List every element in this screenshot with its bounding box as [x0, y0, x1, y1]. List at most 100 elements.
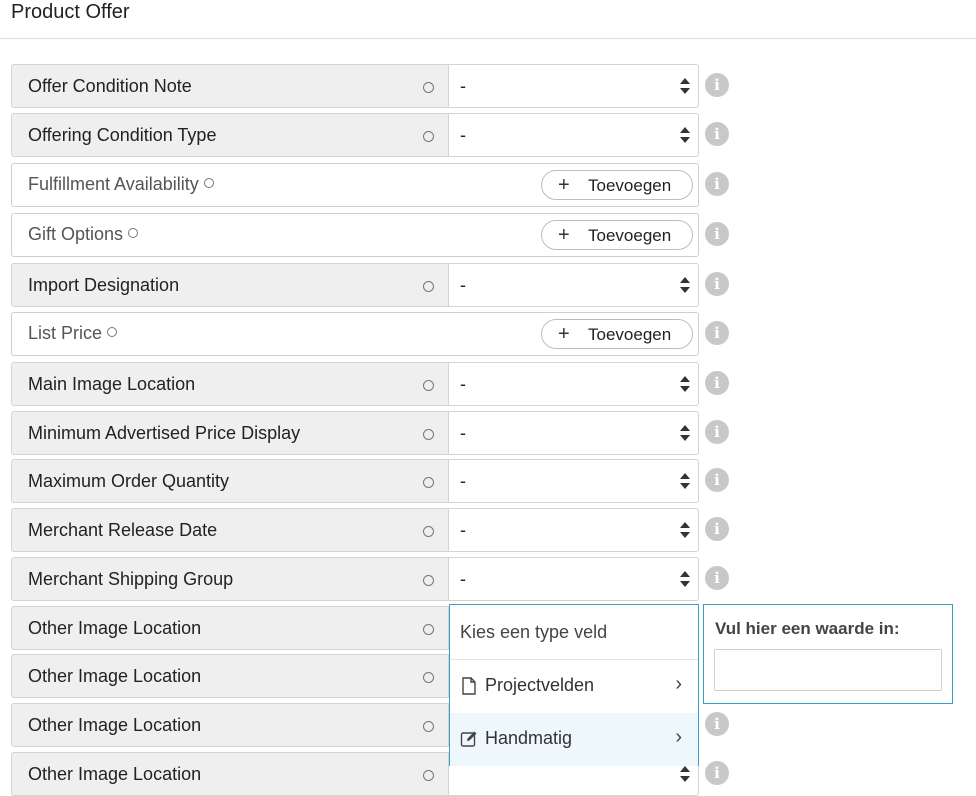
- field-select[interactable]: -: [449, 263, 699, 307]
- info-icon[interactable]: i: [705, 73, 729, 97]
- sort-arrows-icon: [680, 766, 690, 782]
- add-button[interactable]: + Toevoegen: [541, 220, 693, 250]
- field-label: Other Image Location: [28, 666, 202, 686]
- field-label-box: Other Image Location: [11, 606, 449, 650]
- info-icon[interactable]: i: [705, 761, 729, 785]
- plus-icon: +: [558, 174, 570, 196]
- info-icon[interactable]: i: [705, 712, 729, 736]
- add-button[interactable]: + Toevoegen: [541, 170, 693, 200]
- select-value: -: [460, 569, 466, 589]
- sort-arrows-icon: [680, 127, 690, 143]
- sort-arrows-icon: [680, 473, 690, 489]
- manual-value-panel: Vul hier een waarde in:: [703, 604, 953, 704]
- plus-icon: +: [558, 224, 570, 246]
- optional-indicator-icon: [128, 228, 139, 239]
- field-row: Fulfillment Availability + Toevoegen: [11, 163, 699, 207]
- field-label-box: Maximum Order Quantity: [11, 459, 449, 503]
- optional-indicator-icon: [203, 178, 214, 189]
- field-select[interactable]: -: [449, 411, 699, 455]
- chevron-right-icon: ›: [675, 673, 682, 695]
- sort-arrows-icon: [680, 78, 690, 94]
- field-label-box: Other Image Location: [11, 654, 449, 698]
- optional-indicator-icon: [423, 526, 434, 537]
- field-row: Main Image Location -: [11, 362, 699, 406]
- dropdown-item-label: Handmatig: [485, 728, 573, 748]
- field-label: Other Image Location: [28, 715, 202, 735]
- field-row: List Price + Toevoegen: [11, 312, 699, 356]
- field-label-box: Other Image Location: [11, 752, 449, 796]
- field-label: Offer Condition Note: [28, 76, 192, 96]
- dropdown-header-text: Kies een type veld: [460, 622, 608, 642]
- optional-indicator-icon: [423, 281, 434, 292]
- optional-indicator-icon: [423, 380, 434, 391]
- chevron-right-icon: ›: [675, 726, 682, 748]
- info-icon[interactable]: i: [705, 420, 729, 444]
- optional-indicator-icon: [423, 429, 434, 440]
- field-select[interactable]: -: [449, 362, 699, 406]
- sort-arrows-icon: [680, 522, 690, 538]
- info-icon[interactable]: i: [705, 272, 729, 296]
- info-icon[interactable]: i: [705, 566, 729, 590]
- plus-icon: +: [558, 323, 570, 345]
- field-label: Minimum Advertised Price Display: [28, 423, 301, 443]
- info-icon[interactable]: i: [705, 172, 729, 196]
- field-label-box: Main Image Location: [11, 362, 449, 406]
- dropdown-header: Kies een type veld: [450, 605, 698, 660]
- optional-indicator-icon: [423, 624, 434, 635]
- sort-arrows-icon: [680, 571, 690, 587]
- field-label: List Price: [28, 323, 118, 344]
- select-value: -: [460, 275, 466, 295]
- field-row: Offering Condition Type -: [11, 113, 699, 157]
- sort-arrows-icon: [680, 277, 690, 293]
- info-icon[interactable]: i: [705, 222, 729, 246]
- field-label: Gift Options: [28, 224, 139, 245]
- field-label: Main Image Location: [28, 374, 196, 394]
- manual-value-input[interactable]: [714, 649, 942, 691]
- info-icon[interactable]: i: [705, 468, 729, 492]
- info-icon[interactable]: i: [705, 321, 729, 345]
- field-row: Import Designation -: [11, 263, 699, 307]
- field-row: Minimum Advertised Price Display -: [11, 411, 699, 455]
- page-header: Product Offer: [0, 0, 976, 39]
- sort-arrows-icon: [680, 376, 690, 392]
- field-type-dropdown[interactable]: Kies een type veld Projectvelden › Handm…: [449, 604, 699, 766]
- sort-arrows-icon: [680, 425, 690, 441]
- field-label-box: Merchant Shipping Group: [11, 557, 449, 601]
- select-value: -: [460, 125, 466, 145]
- field-label-box: Other Image Location: [11, 703, 449, 747]
- field-select[interactable]: -: [449, 113, 699, 157]
- field-select[interactable]: -: [449, 557, 699, 601]
- dropdown-item-handmatig[interactable]: Handmatig ›: [450, 713, 698, 766]
- field-select[interactable]: -: [449, 64, 699, 108]
- field-label: Import Designation: [28, 275, 180, 295]
- field-label-box: Offering Condition Type: [11, 113, 449, 157]
- field-select[interactable]: -: [449, 508, 699, 552]
- field-label: Other Image Location: [28, 764, 202, 784]
- field-label-box: Import Designation: [11, 263, 449, 307]
- field-label-box: Merchant Release Date: [11, 508, 449, 552]
- field-label-box: Minimum Advertised Price Display: [11, 411, 449, 455]
- field-row: Maximum Order Quantity -: [11, 459, 699, 503]
- page-title: Product Offer: [11, 1, 130, 23]
- field-label-text: Gift Options: [28, 224, 124, 244]
- optional-indicator-icon: [423, 721, 434, 732]
- field-label-text: List Price: [28, 323, 103, 343]
- field-label: Merchant Release Date: [28, 520, 218, 540]
- optional-indicator-icon: [423, 82, 434, 93]
- info-icon[interactable]: i: [705, 517, 729, 541]
- field-select[interactable]: -: [449, 459, 699, 503]
- dropdown-item-label: Projectvelden: [485, 675, 595, 695]
- optional-indicator-icon: [423, 131, 434, 142]
- file-icon: [462, 677, 476, 695]
- field-row: Merchant Release Date -: [11, 508, 699, 552]
- info-icon[interactable]: i: [705, 122, 729, 146]
- add-button[interactable]: + Toevoegen: [541, 319, 693, 349]
- info-icon[interactable]: i: [705, 371, 729, 395]
- optional-indicator-icon: [423, 575, 434, 586]
- field-label: Maximum Order Quantity: [28, 471, 230, 491]
- select-value: -: [460, 471, 466, 491]
- dropdown-item-projectvelden[interactable]: Projectvelden ›: [450, 660, 698, 713]
- value-panel-label: Vul hier een waarde in:: [715, 619, 900, 638]
- field-row: Gift Options + Toevoegen: [11, 213, 699, 257]
- field-label-text: Fulfillment Availability: [28, 174, 199, 194]
